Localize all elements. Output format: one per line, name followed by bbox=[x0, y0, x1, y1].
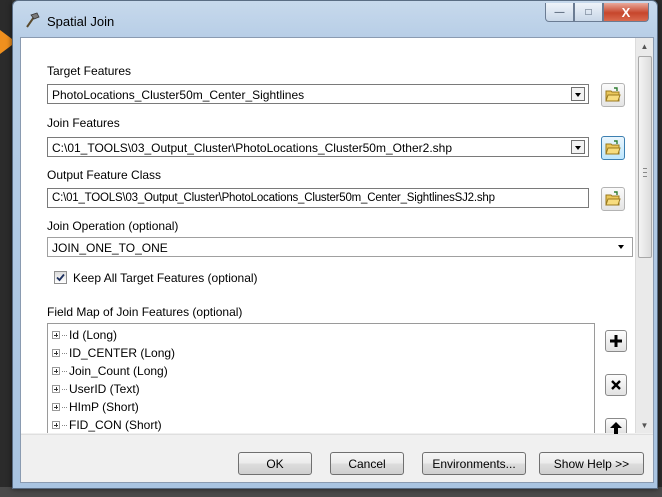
keep-all-target-features-label[interactable]: Keep All Target Features (optional) bbox=[73, 271, 258, 285]
field-map-label: Field Map of Join Features (optional) bbox=[47, 305, 243, 319]
tree-item-label: HImP (Short) bbox=[69, 400, 139, 414]
join-features-combobox[interactable]: C:\01_TOOLS\03_Output_Cluster\PhotoLocat… bbox=[47, 137, 589, 157]
dropdown-arrow-icon[interactable] bbox=[571, 140, 585, 154]
join-features-label: Join Features bbox=[47, 116, 120, 130]
output-feature-class-label: Output Feature Class bbox=[47, 168, 162, 182]
target-features-label: Target Features bbox=[47, 64, 132, 78]
target-features-value: PhotoLocations_Cluster50m_Center_Sightli… bbox=[52, 88, 305, 102]
vertical-scrollbar[interactable]: ▲ ▼ bbox=[635, 38, 653, 433]
expand-icon[interactable] bbox=[52, 349, 60, 357]
expand-icon[interactable] bbox=[52, 331, 60, 339]
expand-icon[interactable] bbox=[52, 367, 60, 375]
join-operation-value: JOIN_ONE_TO_ONE bbox=[52, 241, 168, 255]
expand-icon[interactable] bbox=[52, 403, 60, 411]
background-left bbox=[0, 0, 12, 497]
tree-item-label: Join_Count (Long) bbox=[69, 364, 168, 378]
tree-item-label: FID_CON (Short) bbox=[69, 418, 162, 432]
tree-item[interactable]: Join_Count (Long) bbox=[52, 362, 168, 380]
output-feature-class-value: C:\01_TOOLS\03_Output_Cluster\PhotoLocat… bbox=[52, 192, 495, 204]
expand-icon[interactable] bbox=[52, 421, 60, 429]
maximize-button[interactable]: □ bbox=[574, 3, 603, 22]
show-help-button[interactable]: Show Help >> bbox=[539, 452, 644, 475]
keep-all-target-features-checkbox[interactable] bbox=[54, 271, 67, 284]
environments-button[interactable]: Environments... bbox=[422, 452, 526, 475]
close-button[interactable]: X bbox=[603, 3, 649, 22]
tree-item-label: UserID (Text) bbox=[69, 382, 140, 396]
scrollbar-thumb[interactable] bbox=[638, 56, 652, 258]
dropdown-arrow-icon[interactable] bbox=[571, 87, 585, 101]
spatial-join-dialog: Spatial Join — □ X Target Features Photo… bbox=[12, 0, 658, 489]
dropdown-arrow-icon[interactable] bbox=[615, 240, 629, 254]
open-folder-icon bbox=[605, 191, 621, 206]
target-features-combobox[interactable]: PhotoLocations_Cluster50m_Center_Sightli… bbox=[47, 84, 589, 104]
dialog-footer: OK Cancel Environments... Show Help >> bbox=[21, 434, 653, 482]
tree-item-label: ID_CENTER (Long) bbox=[69, 346, 176, 360]
output-feature-class-browse-button[interactable] bbox=[601, 187, 625, 211]
add-field-button[interactable] bbox=[605, 330, 627, 352]
tree-item[interactable]: HImP (Short) bbox=[52, 398, 139, 416]
hammer-icon bbox=[23, 11, 41, 29]
open-folder-icon bbox=[605, 87, 621, 102]
remove-field-button[interactable] bbox=[605, 374, 627, 396]
move-up-button[interactable] bbox=[605, 418, 627, 434]
tree-item[interactable]: ID_CENTER (Long) bbox=[52, 344, 175, 362]
ok-button[interactable]: OK bbox=[238, 452, 312, 475]
delete-x-icon bbox=[611, 380, 621, 390]
join-features-value: C:\01_TOOLS\03_Output_Cluster\PhotoLocat… bbox=[52, 141, 453, 155]
plus-icon bbox=[610, 335, 622, 347]
scroll-up-arrow-icon[interactable]: ▲ bbox=[636, 38, 653, 54]
expand-icon[interactable] bbox=[52, 385, 60, 393]
minimize-button[interactable]: — bbox=[545, 3, 574, 22]
parameters-pane: Target Features PhotoLocations_Cluster50… bbox=[21, 38, 635, 434]
checkmark-icon bbox=[56, 273, 65, 282]
output-feature-class-field[interactable]: C:\01_TOOLS\03_Output_Cluster\PhotoLocat… bbox=[47, 188, 589, 208]
tree-item[interactable]: Id (Long) bbox=[52, 326, 117, 344]
target-features-browse-button[interactable] bbox=[601, 83, 625, 107]
cancel-button[interactable]: Cancel bbox=[330, 452, 404, 475]
title-bar[interactable]: Spatial Join — □ X bbox=[13, 1, 657, 37]
arrow-up-icon bbox=[610, 422, 622, 434]
join-operation-combobox[interactable]: JOIN_ONE_TO_ONE bbox=[47, 237, 633, 257]
tree-item-label: Id (Long) bbox=[69, 328, 118, 342]
scroll-down-arrow-icon[interactable]: ▼ bbox=[636, 417, 653, 433]
dialog-client-area: Target Features PhotoLocations_Cluster50… bbox=[20, 37, 654, 483]
tree-item[interactable]: UserID (Text) bbox=[52, 380, 140, 398]
window-controls: — □ X bbox=[545, 3, 649, 23]
window-title: Spatial Join bbox=[47, 14, 115, 29]
open-folder-icon bbox=[605, 140, 621, 155]
field-map-tree[interactable]: Id (Long) ID_CENTER (Long) Join_Count (L… bbox=[47, 323, 595, 433]
tree-item[interactable]: FID_CON (Short) bbox=[52, 416, 162, 433]
join-operation-label: Join Operation (optional) bbox=[47, 219, 179, 233]
join-features-browse-button[interactable] bbox=[601, 136, 625, 160]
